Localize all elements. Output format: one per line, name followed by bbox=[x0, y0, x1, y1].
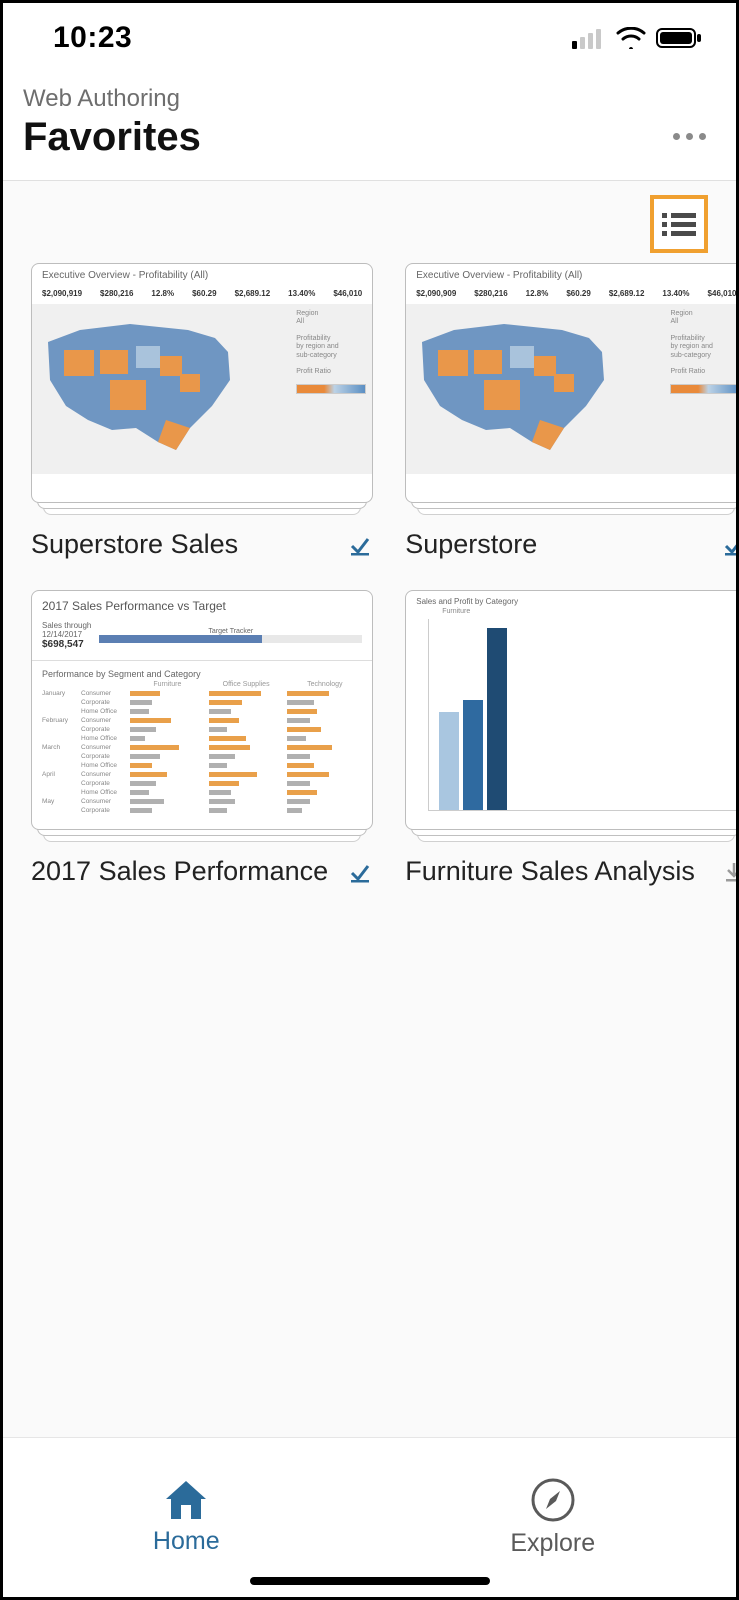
workbook-title: Superstore Sales bbox=[31, 529, 238, 560]
header-subtitle: Web Authoring bbox=[23, 85, 201, 113]
list-view-toggle[interactable] bbox=[650, 195, 708, 253]
workbook-thumbnail: Executive Overview - Profitability (All)… bbox=[31, 263, 373, 503]
thumb-title: Executive Overview - Profitability (All) bbox=[416, 270, 736, 281]
wifi-icon bbox=[616, 27, 646, 49]
list-icon bbox=[662, 211, 696, 237]
compass-icon bbox=[530, 1477, 576, 1523]
page-title: Favorites bbox=[23, 115, 201, 160]
target-tracker-bar bbox=[99, 635, 362, 643]
content-area: Executive Overview - Profitability (All)… bbox=[3, 181, 736, 1437]
status-icons bbox=[572, 27, 702, 49]
nav-explore-label: Explore bbox=[510, 1529, 595, 1558]
nav-home-label: Home bbox=[153, 1527, 220, 1556]
us-map-icon bbox=[40, 310, 240, 460]
download-icon bbox=[723, 861, 736, 883]
status-bar: 10:23 bbox=[3, 3, 736, 73]
thumb-title: Sales and Profit by Category bbox=[406, 591, 736, 608]
download-badge[interactable] bbox=[721, 859, 736, 885]
workbook-card[interactable]: Executive Overview - Profitability (All)… bbox=[31, 263, 373, 560]
workbook-thumbnail: Sales and Profit by Category Furniture bbox=[405, 590, 736, 830]
legend-gradient bbox=[670, 384, 736, 394]
downloaded-badge bbox=[347, 859, 373, 885]
workbook-card[interactable]: 2017 Sales Performance vs Target Sales t… bbox=[31, 590, 373, 887]
more-options-button[interactable] bbox=[673, 133, 706, 160]
page-header: Web Authoring Favorites bbox=[3, 73, 736, 181]
workbook-card[interactable]: Executive Overview - Profitability (All)… bbox=[405, 263, 736, 560]
downloaded-badge bbox=[347, 532, 373, 558]
checkmark-icon bbox=[349, 534, 371, 556]
checkmark-icon bbox=[723, 534, 736, 556]
workbook-title: 2017 Sales Performance bbox=[31, 856, 328, 887]
workbook-card[interactable]: Sales and Profit by Category Furniture F… bbox=[405, 590, 736, 887]
checkmark-icon bbox=[349, 861, 371, 883]
thumb-title: 2017 Sales Performance vs Target bbox=[32, 591, 372, 621]
home-icon bbox=[163, 1479, 209, 1521]
us-map-icon bbox=[414, 310, 614, 460]
downloaded-badge bbox=[721, 532, 736, 558]
nav-home[interactable]: Home bbox=[3, 1438, 370, 1597]
cell-signal-icon bbox=[572, 27, 606, 49]
bar-chart bbox=[428, 619, 736, 811]
workbook-title: Superstore bbox=[405, 529, 537, 560]
battery-icon bbox=[656, 27, 702, 49]
legend-gradient bbox=[296, 384, 366, 394]
workbook-title: Furniture Sales Analysis bbox=[405, 856, 695, 887]
bottom-nav: Home Explore bbox=[3, 1437, 736, 1597]
workbook-thumbnail: Executive Overview - Profitability (All)… bbox=[405, 263, 736, 503]
status-time: 10:23 bbox=[53, 21, 132, 55]
favorites-grid: Executive Overview - Profitability (All)… bbox=[31, 263, 708, 887]
thumb-title: Executive Overview - Profitability (All) bbox=[42, 270, 364, 281]
workbook-thumbnail: 2017 Sales Performance vs Target Sales t… bbox=[31, 590, 373, 830]
home-indicator[interactable] bbox=[250, 1577, 490, 1585]
nav-explore[interactable]: Explore bbox=[370, 1438, 737, 1597]
